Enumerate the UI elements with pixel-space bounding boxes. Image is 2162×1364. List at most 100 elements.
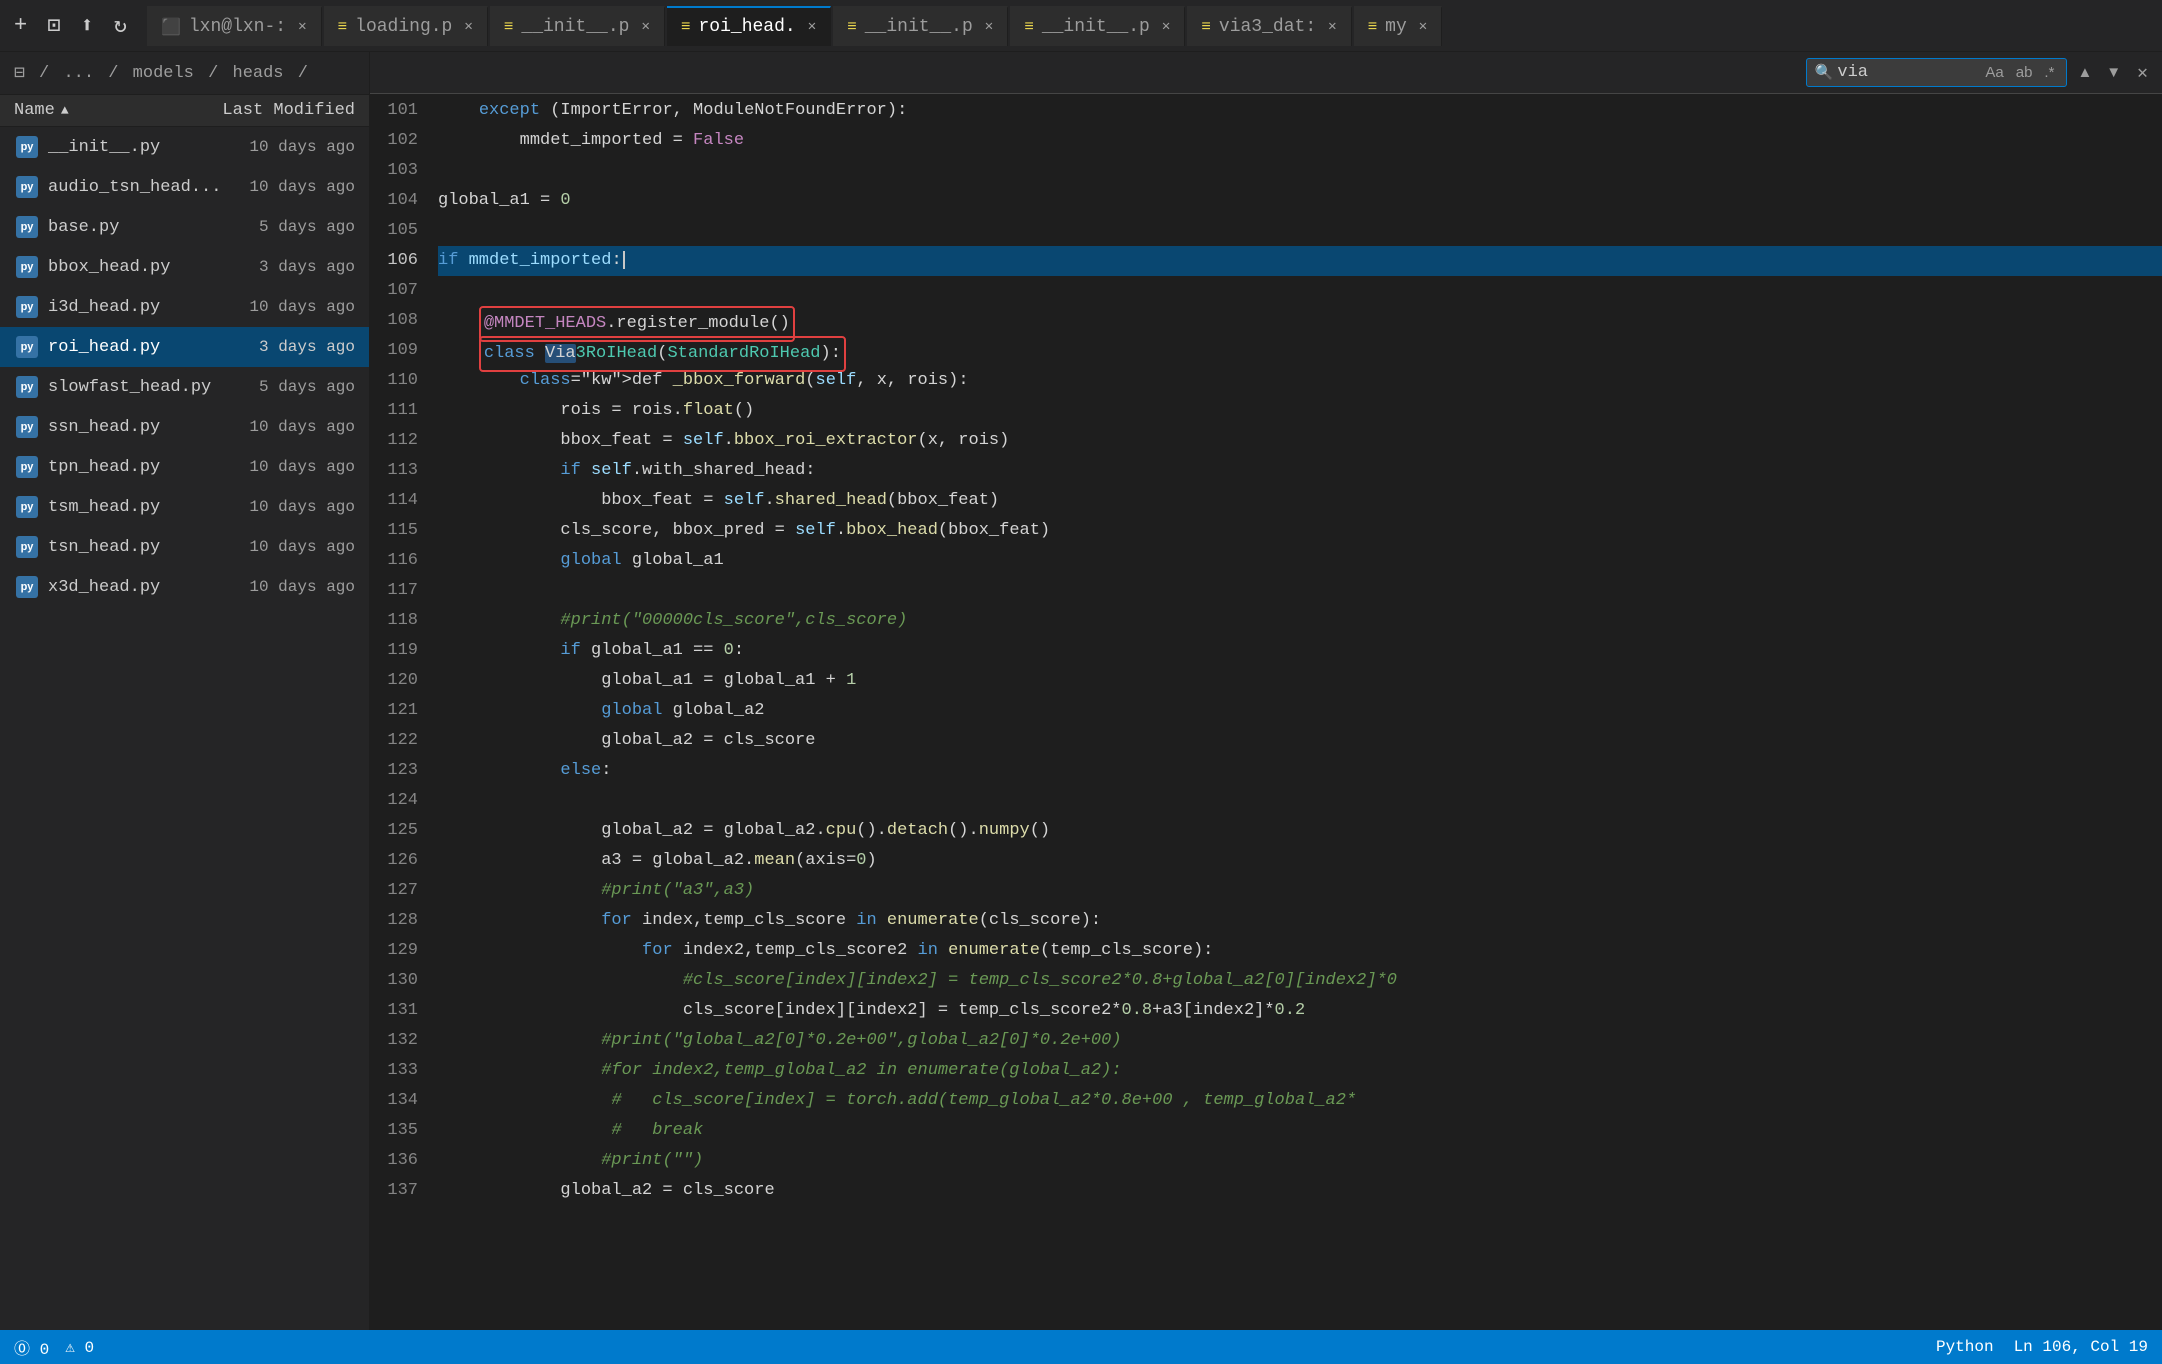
new-file-icon[interactable]: +: [8, 9, 33, 42]
line-num-111: 111: [370, 396, 418, 426]
code-line-136: #print(""): [438, 1146, 2162, 1176]
status-language[interactable]: Python: [1936, 1338, 1994, 1356]
code-line-125: global_a2 = global_a2.cpu().detach().num…: [438, 816, 2162, 846]
line-num-105: 105: [370, 216, 418, 246]
file-item-bbox-head-py[interactable]: py bbox_head.py 3 days ago: [0, 247, 369, 287]
file-item-slowfast-head-py[interactable]: py slowfast_head.py 5 days ago: [0, 367, 369, 407]
tab-bar: + ⊡ ⬆ ↻ ⬛ lxn@lxn-: ✕ ≡ loading.p ✕ ≡ __…: [0, 0, 2162, 52]
tab-init3[interactable]: ≡ __init__.p ✕: [1010, 6, 1185, 46]
code-line-101: except (ImportError, ModuleNotFoundError…: [438, 96, 2162, 126]
py-file-icon: py: [14, 294, 40, 320]
file-item-audio-tsn-head---[interactable]: py audio_tsn_head... 10 days ago: [0, 167, 369, 207]
file-item-base-py[interactable]: py base.py 5 days ago: [0, 207, 369, 247]
line-num-102: 102: [370, 126, 418, 156]
code-line-108: @MMDET_HEADS.register_module(): [438, 306, 2162, 336]
code-line-113: if self.with_shared_head:: [438, 456, 2162, 486]
tab-loading[interactable]: ≡ loading.p ✕: [324, 6, 488, 46]
code-line-116: global global_a1: [438, 546, 2162, 576]
line-num-117: 117: [370, 576, 418, 606]
file-item-ssn-head-py[interactable]: py ssn_head.py 10 days ago: [0, 407, 369, 447]
line-num-127: 127: [370, 876, 418, 906]
tab-close-init1[interactable]: ✕: [641, 18, 649, 35]
status-errors[interactable]: ⓪ 0: [14, 1335, 49, 1359]
code-line-135: # break: [438, 1116, 2162, 1146]
file-item-roi-head-py[interactable]: py roi_head.py 3 days ago: [0, 327, 369, 367]
line-num-135: 135: [370, 1116, 418, 1146]
code-line-129: for index2,temp_cls_score2 in enumerate(…: [438, 936, 2162, 966]
line-num-126: 126: [370, 846, 418, 876]
code-line-121: global global_a2: [438, 696, 2162, 726]
find-next-btn[interactable]: ▼: [2102, 62, 2125, 83]
file-name: tsn_head.py: [48, 538, 195, 557]
code-line-110: class="kw">def _bbox_forward(self, x, ro…: [438, 366, 2162, 396]
code-line-115: cls_score, bbox_pred = self.bbox_head(bb…: [438, 516, 2162, 546]
file-date: 10 days ago: [195, 538, 355, 556]
regex-btn[interactable]: .*: [2040, 62, 2058, 83]
code-line-106: if mmdet_imported:: [438, 246, 2162, 276]
col-modified-header: Last Modified: [195, 101, 355, 120]
line-num-134: 134: [370, 1086, 418, 1116]
file-item-tsm-head-py[interactable]: py tsm_head.py 10 days ago: [0, 487, 369, 527]
py-file-icon: py: [14, 174, 40, 200]
file-item-tsn-head-py[interactable]: py tsn_head.py 10 days ago: [0, 527, 369, 567]
line-num-131: 131: [370, 996, 418, 1026]
tab-bar-left: + ⊡ ⬆ ↻: [8, 9, 133, 43]
upload-icon[interactable]: ⬆: [74, 9, 99, 43]
code-line-132: #print("global_a2[0]*0.2e+00",global_a2[…: [438, 1026, 2162, 1056]
code-line-107: [438, 276, 2162, 306]
file-date: 10 days ago: [195, 458, 355, 476]
line-num-132: 132: [370, 1026, 418, 1056]
file-item---init---py[interactable]: py __init__.py 10 days ago: [0, 127, 369, 167]
sort-arrow: ▲: [61, 103, 69, 118]
file-name: roi_head.py: [48, 338, 195, 357]
tab-close-roi[interactable]: ✕: [808, 18, 816, 35]
tab-lxn[interactable]: ⬛ lxn@lxn-: ✕: [147, 6, 322, 46]
find-prev-btn[interactable]: ▲: [2073, 62, 2096, 83]
file-date: 5 days ago: [195, 218, 355, 236]
tab-close-my[interactable]: ✕: [1419, 18, 1427, 35]
py-file-icon: py: [14, 134, 40, 160]
file-name: audio_tsn_head...: [48, 178, 221, 197]
file-item-i3d-head-py[interactable]: py i3d_head.py 10 days ago: [0, 287, 369, 327]
status-warnings[interactable]: ⚠ 0: [65, 1337, 94, 1357]
new-tab-icon[interactable]: ⊡: [41, 9, 66, 43]
line-num-101: 101: [370, 96, 418, 126]
find-close-btn[interactable]: ✕: [2131, 60, 2154, 86]
file-item-x3d-head-py[interactable]: py x3d_head.py 10 days ago: [0, 567, 369, 607]
tab-via3[interactable]: ≡ via3_dat: ✕: [1187, 6, 1351, 46]
file-date: 10 days ago: [221, 178, 355, 196]
tab-init2[interactable]: ≡ __init__.p ✕: [833, 6, 1008, 46]
match-case-btn[interactable]: Aa: [1981, 62, 2007, 83]
tab-roi-head[interactable]: ≡ roi_head. ✕: [667, 6, 831, 46]
code-line-109: class Via3RoIHead(StandardRoIHead):: [438, 336, 2162, 366]
py-file-icon: py: [14, 534, 40, 560]
folder-icon: ⊟: [14, 62, 25, 84]
match-word-btn[interactable]: ab: [2012, 62, 2037, 83]
file-name: slowfast_head.py: [48, 378, 211, 397]
file-item-tpn-head-py[interactable]: py tpn_head.py 10 days ago: [0, 447, 369, 487]
line-num-104: 104: [370, 186, 418, 216]
line-num-103: 103: [370, 156, 418, 186]
tab-close-loading[interactable]: ✕: [464, 18, 472, 35]
find-input[interactable]: [1837, 63, 1977, 82]
refresh-icon[interactable]: ↻: [108, 9, 133, 43]
tab-close-init3[interactable]: ✕: [1162, 18, 1170, 35]
line-num-107: 107: [370, 276, 418, 306]
line-num-128: 128: [370, 906, 418, 936]
tab-close-lxn[interactable]: ✕: [298, 18, 306, 35]
code-line-128: for index,temp_cls_score in enumerate(cl…: [438, 906, 2162, 936]
code-line-111: rois = rois.float(): [438, 396, 2162, 426]
code-content[interactable]: 1011021031041051061071081091101111121131…: [370, 94, 2162, 1330]
code-line-104: global_a1 = 0: [438, 186, 2162, 216]
find-bar: 🔍 Aa ab .* ▲ ▼ ✕: [370, 52, 2162, 94]
tab-close-init2[interactable]: ✕: [985, 18, 993, 35]
col-name-header[interactable]: Name ▲: [14, 101, 195, 120]
editor-area: 🔍 Aa ab .* ▲ ▼ ✕ 10110210310410510610710…: [370, 52, 2162, 1330]
line-num-133: 133: [370, 1056, 418, 1086]
file-date: 10 days ago: [195, 498, 355, 516]
tab-my[interactable]: ≡ my ✕: [1354, 6, 1443, 46]
tab-init1[interactable]: ≡ __init__.p ✕: [490, 6, 665, 46]
tab-close-via3[interactable]: ✕: [1328, 18, 1336, 35]
status-position[interactable]: Ln 106, Col 19: [2014, 1338, 2148, 1356]
line-num-112: 112: [370, 426, 418, 456]
